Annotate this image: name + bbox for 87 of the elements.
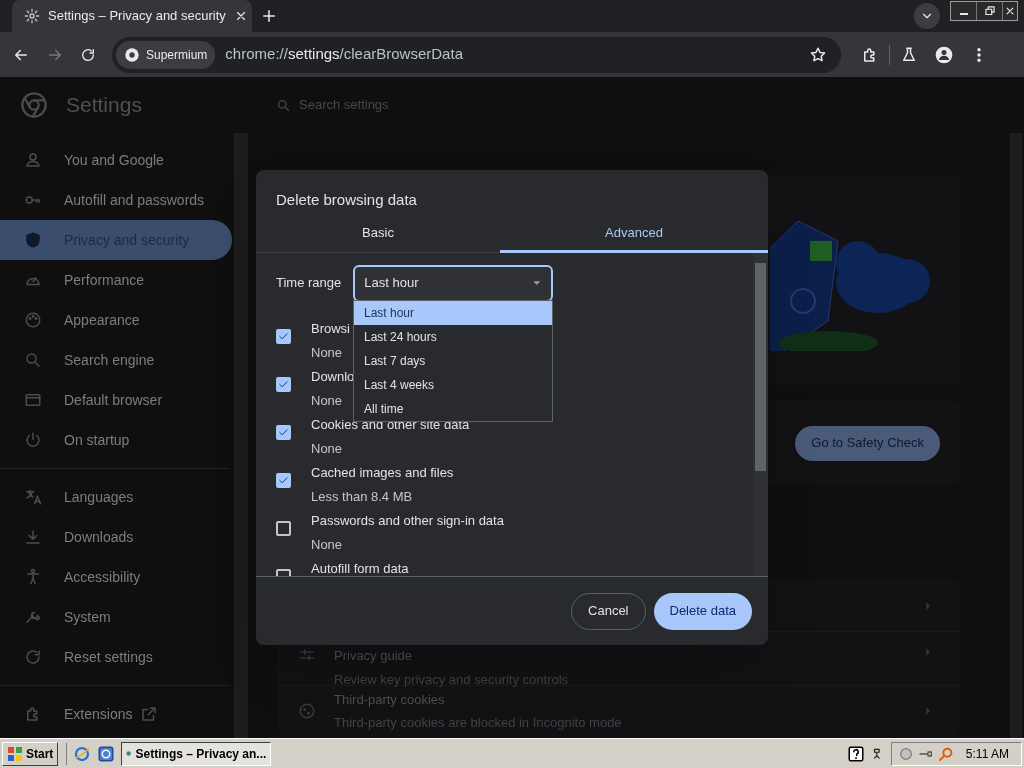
scrollbar[interactable]	[234, 133, 248, 738]
checkbox[interactable]	[276, 521, 291, 536]
check-icon	[278, 475, 289, 486]
shield-icon	[24, 231, 42, 249]
start-button[interactable]: Start	[2, 741, 59, 766]
item-title: Autofill form data	[311, 560, 409, 576]
new-tab-icon[interactable]	[260, 7, 278, 25]
sidebar-item[interactable]: Languages	[0, 477, 232, 517]
restore-icon	[982, 4, 997, 18]
gear-icon	[24, 8, 40, 24]
taskbar-button[interactable]: Settings – Privacy an...	[121, 741, 272, 766]
restore-button[interactable]	[977, 2, 1003, 20]
delete-button[interactable]: Delete data	[653, 592, 752, 630]
reload-icon[interactable]	[80, 46, 96, 63]
dropdown-option[interactable]: Last 7 days	[354, 349, 552, 373]
check-icon	[278, 427, 289, 438]
caret-icon	[532, 278, 543, 288]
dialog-title: Delete browsing data	[275, 190, 418, 210]
tab-title: Settings – Privacy and security	[48, 7, 226, 26]
close-button[interactable]	[1003, 2, 1017, 20]
check-icon	[278, 379, 289, 390]
scrollbar[interactable]	[1010, 133, 1022, 738]
item-title: Downlo	[311, 368, 355, 386]
checkbox[interactable]	[276, 425, 291, 440]
profile-icon[interactable]	[934, 44, 954, 65]
download-icon	[24, 528, 42, 546]
translate-icon	[24, 488, 42, 506]
item-subtitle: None	[311, 535, 344, 554]
check-icon	[278, 331, 289, 342]
sidebar-item[interactable]: You and Google	[0, 140, 232, 180]
reset-icon	[24, 648, 42, 666]
sidebar-item[interactable]: Extensions	[0, 694, 232, 734]
search-field[interactable]: Search settings	[299, 95, 946, 115]
checkbox[interactable]	[276, 473, 291, 488]
search-icon	[276, 97, 291, 113]
sidebar-item[interactable]: Downloads	[0, 517, 232, 557]
dropdown-option[interactable]: Last 24 hours	[354, 325, 552, 349]
item-subtitle: None	[311, 439, 344, 458]
sidebar-item[interactable]: Autofill and passwords	[0, 180, 232, 220]
dialog-tab[interactable]: Basic	[256, 215, 500, 253]
sidebar-item[interactable]: On startup	[0, 420, 232, 460]
address-bar[interactable]: Supermium chrome://settings/clearBrowserData	[112, 36, 841, 73]
dropdown-option[interactable]: Last 4 weeks	[354, 373, 552, 397]
cookie-icon	[298, 702, 316, 720]
item-subtitle: None	[311, 391, 344, 410]
field-label: Time range	[276, 274, 342, 293]
page-title: Settings	[66, 92, 143, 119]
accessibility-icon	[24, 568, 42, 586]
sliders-icon	[298, 646, 316, 664]
tab-search-button[interactable]	[914, 3, 940, 29]
person-icon	[24, 151, 42, 169]
clock: 5:11 AM	[965, 745, 1009, 763]
item-title: Cached images and files	[311, 464, 454, 482]
palette-icon	[24, 311, 42, 329]
star-icon[interactable]	[809, 45, 827, 64]
chromium-logo-icon	[20, 91, 48, 119]
sidebar-item[interactable]: Accessibility	[0, 557, 232, 597]
minimize-button[interactable]	[951, 2, 977, 20]
dropdown-option[interactable]: Last hour	[354, 301, 552, 325]
power-icon	[24, 431, 42, 449]
sidebar-item[interactable]: Search engine	[0, 340, 232, 380]
url-text: chrome://settings/clearBrowserData	[225, 44, 464, 65]
sidebar-item[interactable]: Performance	[0, 260, 232, 300]
minimize-icon	[959, 13, 968, 15]
row-title: Third-party cookies	[334, 690, 446, 709]
windows-flag-icon	[7, 745, 23, 762]
sidebar-item[interactable]: System	[0, 597, 232, 637]
time-range-select[interactable]: Last hour	[353, 264, 554, 302]
item-title: Passwords and other sign-in data	[311, 512, 504, 530]
help-icon[interactable]	[846, 744, 865, 763]
external-link-icon	[140, 705, 159, 723]
desktop-icon[interactable]	[97, 744, 116, 763]
checkbox[interactable]	[276, 329, 291, 344]
scrollbar[interactable]	[753, 253, 768, 576]
browser-tab[interactable]: Settings – Privacy and security	[12, 0, 252, 32]
dialog-tab[interactable]: Advanced	[500, 215, 768, 253]
sidebar-item[interactable]: Default browser	[0, 380, 232, 420]
window-icon	[24, 391, 42, 409]
item-subtitle: Less than 8.4 MB	[311, 487, 414, 506]
sidebar-item[interactable]: Reset settings	[0, 637, 232, 677]
site-chip[interactable]: Supermium	[116, 40, 216, 69]
item-subtitle: None	[311, 343, 344, 362]
checkbox[interactable]	[276, 377, 291, 392]
item-title: Browsi	[311, 320, 350, 338]
search-icon	[24, 351, 42, 369]
sidebar-item[interactable]: Appearance	[0, 300, 232, 340]
flask-icon[interactable]	[900, 45, 918, 64]
